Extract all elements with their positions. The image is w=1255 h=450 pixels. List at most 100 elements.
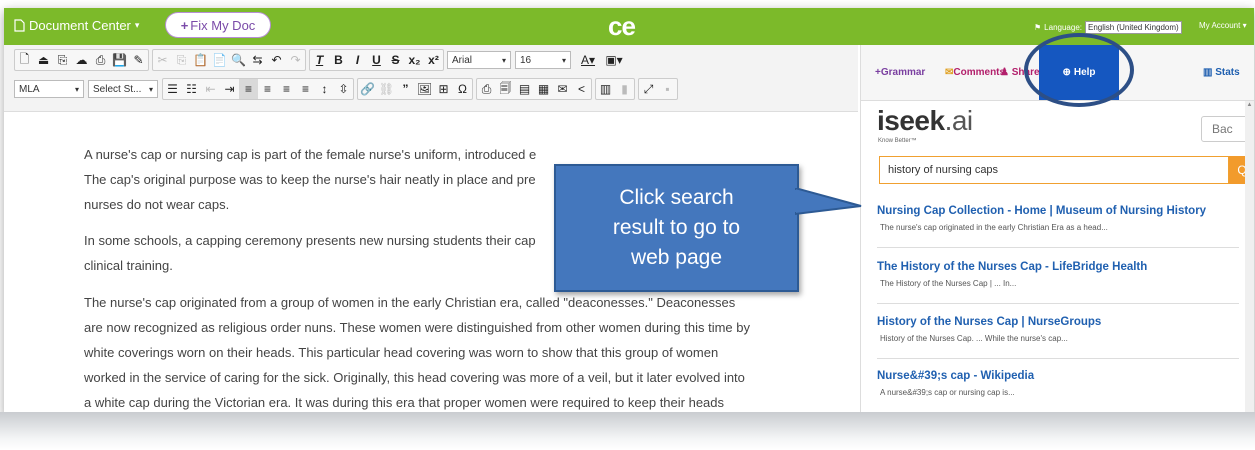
line-spacing-icon[interactable]: ↕ [315, 79, 334, 99]
align-left-icon[interactable]: ≡ [239, 79, 258, 99]
special-char-icon[interactable]: Ω [453, 79, 472, 99]
search-input[interactable]: history of nursing caps [879, 156, 1229, 184]
preview-icon[interactable]: 🗐 [496, 79, 515, 99]
print-preview-icon[interactable]: ⎙ [477, 79, 496, 99]
numbered-list-icon[interactable]: ☰ [163, 79, 182, 99]
result-snippet: The nurse's cap originated in the early … [880, 223, 1108, 232]
result-divider [877, 358, 1239, 359]
instruction-callout: Click search result to go to web page [554, 164, 799, 292]
paste-text-icon[interactable]: 📄 [210, 50, 229, 70]
insert-group: 🔗 ⛓ ” 🖼 ⊞ Ω [357, 78, 473, 100]
editor-toolbar: 🗋 ⏏ ⎘ ☁ ⎙ 💾 ✎ ✂ ⎘ 📋 📄 🔍 ⇆ ↶ ↷ T B I U S … [4, 45, 858, 112]
redo-icon[interactable]: ↷ [286, 50, 305, 70]
paragraph-spacing-icon[interactable]: ⇳ [334, 79, 353, 99]
search-result[interactable]: History of the Nurses Cap | NurseGroups … [877, 316, 1237, 343]
citation-style-select[interactable]: MLA ▾ [14, 80, 84, 98]
share-icon[interactable]: < [572, 79, 591, 99]
new-document-icon[interactable]: 🗋 [15, 50, 34, 70]
email-icon[interactable]: ✉ [553, 79, 572, 99]
superscript-icon[interactable]: x² [424, 50, 443, 70]
fix-my-doc-button[interactable]: + Fix My Doc [166, 13, 270, 37]
copy-icon[interactable]: ⎘ [172, 50, 191, 70]
tab-stats[interactable]: ▥ Stats [1203, 67, 1240, 78]
paste-icon[interactable]: 📋 [191, 50, 210, 70]
result-title[interactable]: Nurse&#39;s cap - Wikipedia [877, 370, 1237, 382]
tools-group: ⎙ 🗐 ▤ ▦ ✉ < [476, 78, 592, 100]
tab-comments[interactable]: ✉Comments [945, 67, 1005, 78]
fix-my-doc-label: Fix My Doc [190, 17, 256, 33]
paragraph-group: ☰ ☷ ⇤ ⇥ ≡ ≡ ≡ ≡ ↕ ⇳ [162, 78, 354, 100]
table-icon[interactable]: ⊞ [434, 79, 453, 99]
document-icon [14, 19, 25, 32]
iseek-logo: iseek.ai [877, 105, 973, 137]
view-group: ▥ ▮ [595, 78, 635, 100]
search-result[interactable]: The History of the Nurses Cap - LifeBrid… [877, 261, 1237, 288]
paragraph-style-select[interactable]: Select St... ▾ [88, 80, 158, 98]
maximize-icon[interactable]: ⤢ [639, 79, 658, 99]
flag-icon: ⚑ [1034, 23, 1042, 32]
justify-icon[interactable]: ≡ [296, 79, 315, 99]
text-color-icon[interactable]: A▾ [575, 50, 601, 70]
language-dropdown[interactable]: English (United Kingdom) [1085, 21, 1182, 34]
align-center-icon[interactable]: ≡ [258, 79, 277, 99]
font-size-select[interactable]: 16 ▾ [515, 51, 571, 69]
decrease-indent-icon[interactable]: ⇤ [201, 79, 220, 99]
font-select[interactable]: Arial ▾ [447, 51, 511, 69]
result-divider [877, 303, 1239, 304]
italic-icon[interactable]: I [348, 50, 367, 70]
save-icon[interactable]: 💾 [110, 50, 129, 70]
document-center-label: Document Center [29, 18, 131, 33]
callout-text: Click search result to go to web page [612, 186, 741, 269]
result-title[interactable]: The History of the Nurses Cap - LifeBrid… [877, 261, 1237, 273]
subscript-icon[interactable]: x₂ [405, 50, 424, 70]
background-color-icon[interactable]: ▣▾ [601, 50, 627, 70]
bulleted-list-icon[interactable]: ☷ [182, 79, 201, 99]
underline-icon[interactable]: U [367, 50, 386, 70]
tab-grammar[interactable]: +Grammar [875, 67, 925, 78]
search-result[interactable]: Nursing Cap Collection - Home | Museum o… [877, 205, 1237, 232]
result-title[interactable]: History of the Nurses Cap | NurseGroups [877, 316, 1237, 328]
image-icon[interactable]: 🖼 [415, 79, 434, 99]
link-icon[interactable]: 🔗 [358, 79, 377, 99]
font-size-value: 16 [520, 54, 532, 66]
increase-indent-icon[interactable]: ⇥ [220, 79, 239, 99]
language-selector[interactable]: ⚑ Language: English (United Kingdom) [1034, 21, 1182, 34]
find-icon[interactable]: 🔍 [229, 50, 248, 70]
comment-icon[interactable]: ▮ [615, 79, 634, 99]
bold-icon[interactable]: B [329, 50, 348, 70]
strikethrough-icon[interactable]: S [386, 50, 405, 70]
show-blocks-icon[interactable]: ▥ [596, 79, 615, 99]
template-icon[interactable]: ⎘ [53, 50, 72, 70]
iseek-tagline: Know Better™ [878, 138, 917, 144]
eraser-icon[interactable]: ✎ [129, 50, 148, 70]
panel-scrollbar[interactable]: ▲ [1245, 101, 1254, 416]
paragraph-style-value: Select St... [93, 83, 142, 95]
chevron-down-icon: ▾ [148, 84, 153, 94]
result-title[interactable]: Nursing Cap Collection - Home | Museum o… [877, 205, 1237, 217]
print-icon[interactable]: ⎙ [91, 50, 110, 70]
chevron-down-icon: ▾ [501, 55, 506, 65]
quote-icon[interactable]: ” [396, 79, 415, 99]
templates-icon[interactable]: ▤ [515, 79, 534, 99]
paragraph-line: The nurse's cap originated from a group … [84, 295, 736, 310]
clear-format-icon[interactable]: T [310, 50, 329, 70]
chevron-down-icon: ▾ [561, 55, 566, 65]
open-folder-icon[interactable]: ⏏ [34, 50, 53, 70]
search-result[interactable]: Nurse&#39;s cap - Wikipedia A nurse&#39;… [877, 370, 1237, 397]
replace-icon[interactable]: ⇆ [248, 50, 267, 70]
user-icon: ♟ [1000, 67, 1009, 78]
unlink-icon[interactable]: ⛓ [377, 79, 396, 99]
scroll-up-icon[interactable]: ▲ [1245, 101, 1254, 110]
my-account-menu[interactable]: My Account ▾ [1199, 21, 1247, 30]
cut-icon[interactable]: ✂ [153, 50, 172, 70]
result-divider [877, 247, 1239, 248]
document-center-menu[interactable]: Document Center ▾ [14, 18, 139, 33]
undo-icon[interactable]: ↶ [267, 50, 286, 70]
page-break-icon[interactable]: ▦ [534, 79, 553, 99]
align-right-icon[interactable]: ≡ [277, 79, 296, 99]
bar-chart-icon: ▥ [1203, 67, 1213, 78]
side-panel: +Grammar ✉Comments ♟ Share ⊕ Help ▥ Stats… [860, 33, 1254, 416]
source-icon[interactable]: ▪ [658, 79, 677, 99]
cloud-icon[interactable]: ☁ [72, 50, 91, 70]
font-value: Arial [452, 54, 473, 66]
